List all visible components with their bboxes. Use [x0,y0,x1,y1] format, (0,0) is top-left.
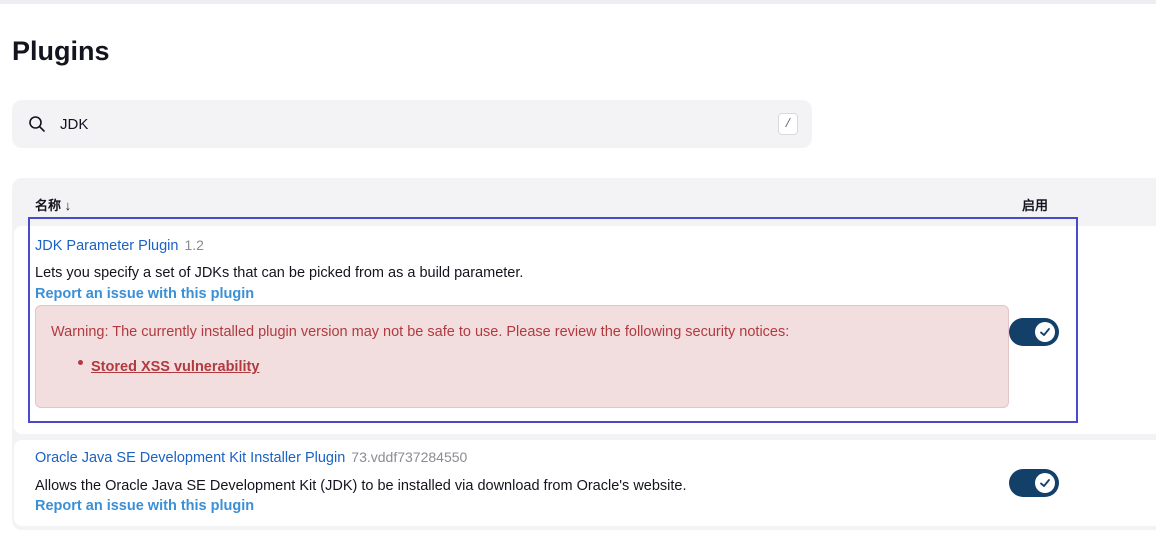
top-divider [0,0,1156,4]
plugin-version: 1.2 [184,237,204,253]
enable-toggle[interactable] [1009,318,1059,346]
plugin-name-link[interactable]: JDK Parameter Plugin [35,238,178,254]
enable-toggle[interactable] [1009,469,1059,497]
column-header-enabled: 启用 [1022,198,1049,213]
bullet [78,360,83,365]
check-icon [1040,328,1050,336]
plugin-description: Lets you specify a set of JDKs that can … [35,265,524,281]
security-warning: Warning: The currently installed plugin … [35,305,1009,408]
report-issue-link[interactable]: Report an issue with this plugin [35,498,254,514]
plugin-name-link[interactable]: Oracle Java SE Development Kit Installer… [35,450,345,466]
toggle-knob [1035,473,1055,493]
check-icon [1040,479,1050,487]
warning-text: Warning: The currently installed plugin … [51,324,790,340]
column-header-name[interactable]: 名称 ↓ [35,195,71,214]
report-issue-link[interactable]: Report an issue with this plugin [35,286,254,302]
search-input[interactable] [60,110,760,138]
toggle-knob [1035,322,1055,342]
plugin-version: 73.vddf737284550 [351,449,468,465]
search-bar[interactable]: / [12,100,812,148]
plugin-title: Oracle Java SE Development Kit Installer… [35,449,467,467]
plugin-title: JDK Parameter Plugin 1.2 [35,237,204,255]
page-title: Plugins [12,36,110,66]
keyboard-shortcut-hint: / [778,113,798,135]
plugin-description: Allows the Oracle Java SE Development Ki… [35,478,687,494]
security-notice-link[interactable]: Stored XSS vulnerability [91,359,259,375]
search-icon [28,115,46,133]
